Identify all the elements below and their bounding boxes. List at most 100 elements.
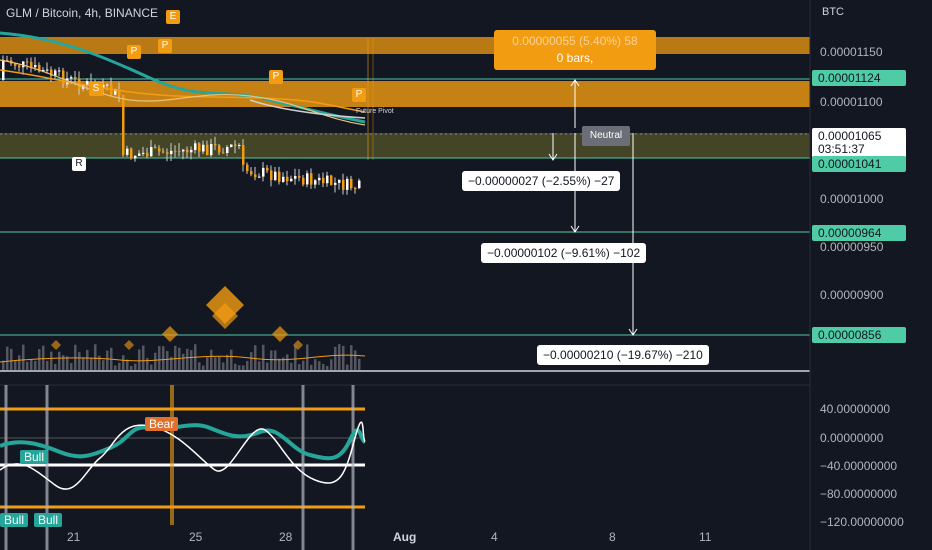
support-2-tag[interactable]: 0.00000856 [812,327,906,343]
e-marker[interactable]: E [166,10,180,24]
volume-bar [150,364,153,370]
current-price-tag[interactable]: 0.00001065 03:51:37 [812,128,906,158]
candle-body [74,77,77,79]
currency-label: BTC [822,6,844,18]
volume-bar [154,352,157,370]
candle-body [138,153,141,156]
volume-bar [294,345,297,370]
time-tick: 28 [279,530,293,544]
volume-bar [90,358,93,370]
volume-bar [270,350,273,370]
resistance-zone-mid[interactable] [0,81,810,107]
volume-bar [206,357,209,370]
pivot-marker[interactable]: P [269,70,283,84]
candle-body [306,173,309,185]
candle-body [122,95,125,155]
volume-bar [46,360,49,370]
time-tick: Aug [393,530,417,544]
candle-body [154,146,157,149]
measure-label-2[interactable]: −0.00000102 (−9.61%) −102 [481,243,647,263]
volume-bar [14,360,17,370]
candle-body [242,144,245,165]
volume-bar [146,358,149,370]
volume-bar [98,355,101,370]
volume-bar [102,360,105,370]
level-upper-tag[interactable]: 0.00001124 [812,70,906,86]
candle-body [26,61,29,63]
candle-body [338,179,341,183]
measure-arrows [548,79,638,336]
candle-body [106,84,109,86]
measure-label-1[interactable]: −0.00000027 (−2.55%) −27 [462,171,621,191]
volume-bar [50,351,53,370]
candle-body [226,146,229,154]
volume-bar [114,365,117,370]
candle-body [314,180,317,185]
neutral-zone[interactable] [0,133,810,158]
range-measure-label[interactable]: 0.00000055 (5.40%) 58 0 bars, [494,30,656,70]
candle-body [194,143,197,150]
candle-body [266,167,269,171]
volume-bar [326,365,329,370]
candle-body [262,167,265,177]
range-label-line1: 0.00000055 (5.40%) 58 [512,34,638,48]
volume-bar [30,359,33,370]
candle-body [146,152,149,157]
volume-bar [266,362,269,370]
volume-bar [134,363,137,370]
candle-body [142,152,145,154]
volume-bar [310,364,313,370]
price-tick: 0.00000950 [820,240,884,254]
candle-body [298,176,301,178]
candle-body [198,143,201,152]
volume-bar [286,354,289,370]
s-marker[interactable]: S [89,82,103,96]
volume-bar [26,361,29,370]
volume-bar [82,358,85,370]
support-1-tag[interactable]: 0.00000964 [812,225,906,241]
candle-body [230,144,233,147]
volume-bar [342,345,345,370]
chart-canvas[interactable] [0,0,932,550]
volume-bar [174,345,177,370]
volume-bar [254,345,257,370]
candle-body [14,63,17,66]
pivot-marker[interactable]: P [127,45,141,59]
resistance-zone-top[interactable] [0,37,810,54]
candle-body [346,178,349,190]
candle-body [302,177,305,185]
price-tick: 0.00000900 [820,288,884,302]
pivot-marker[interactable]: P [352,88,366,102]
candle-body [218,145,221,153]
candle-body [222,152,225,154]
level-lower-tag[interactable]: 0.00001041 [812,156,906,172]
volume-bar [238,365,241,370]
candle-body [18,65,21,68]
volume-bar [186,348,189,370]
volume-bar [306,344,309,370]
volume-bar [34,360,37,370]
price-tick: 0.00001150 [820,45,883,59]
candle-body [342,179,345,190]
pivot-marker[interactable]: P [158,39,172,53]
volume-bar [334,346,337,370]
volume-bar [118,362,121,370]
osc-tick: 0.00000000 [820,431,884,445]
symbol-title[interactable]: GLM / Bitcoin, 4h, BINANCE [6,6,158,20]
volume-bar [122,355,125,370]
osc-tick: 40.00000000 [820,402,891,416]
volume-bar [126,359,129,370]
volume-bar [246,360,249,370]
signal-diamonds [51,286,303,350]
candle-body [358,180,361,189]
candle-body [178,151,181,153]
neutral-label[interactable]: Neutral [582,126,630,146]
r-marker[interactable]: R [72,157,86,171]
measure-label-3[interactable]: −0.00000210 (−19.67%) −210 [537,345,709,365]
volume-bar [22,344,25,370]
candle-body [162,151,165,153]
candle-body [46,69,49,71]
volume-bar [54,364,57,370]
volume-bar [42,345,45,370]
candle-body [130,148,133,159]
